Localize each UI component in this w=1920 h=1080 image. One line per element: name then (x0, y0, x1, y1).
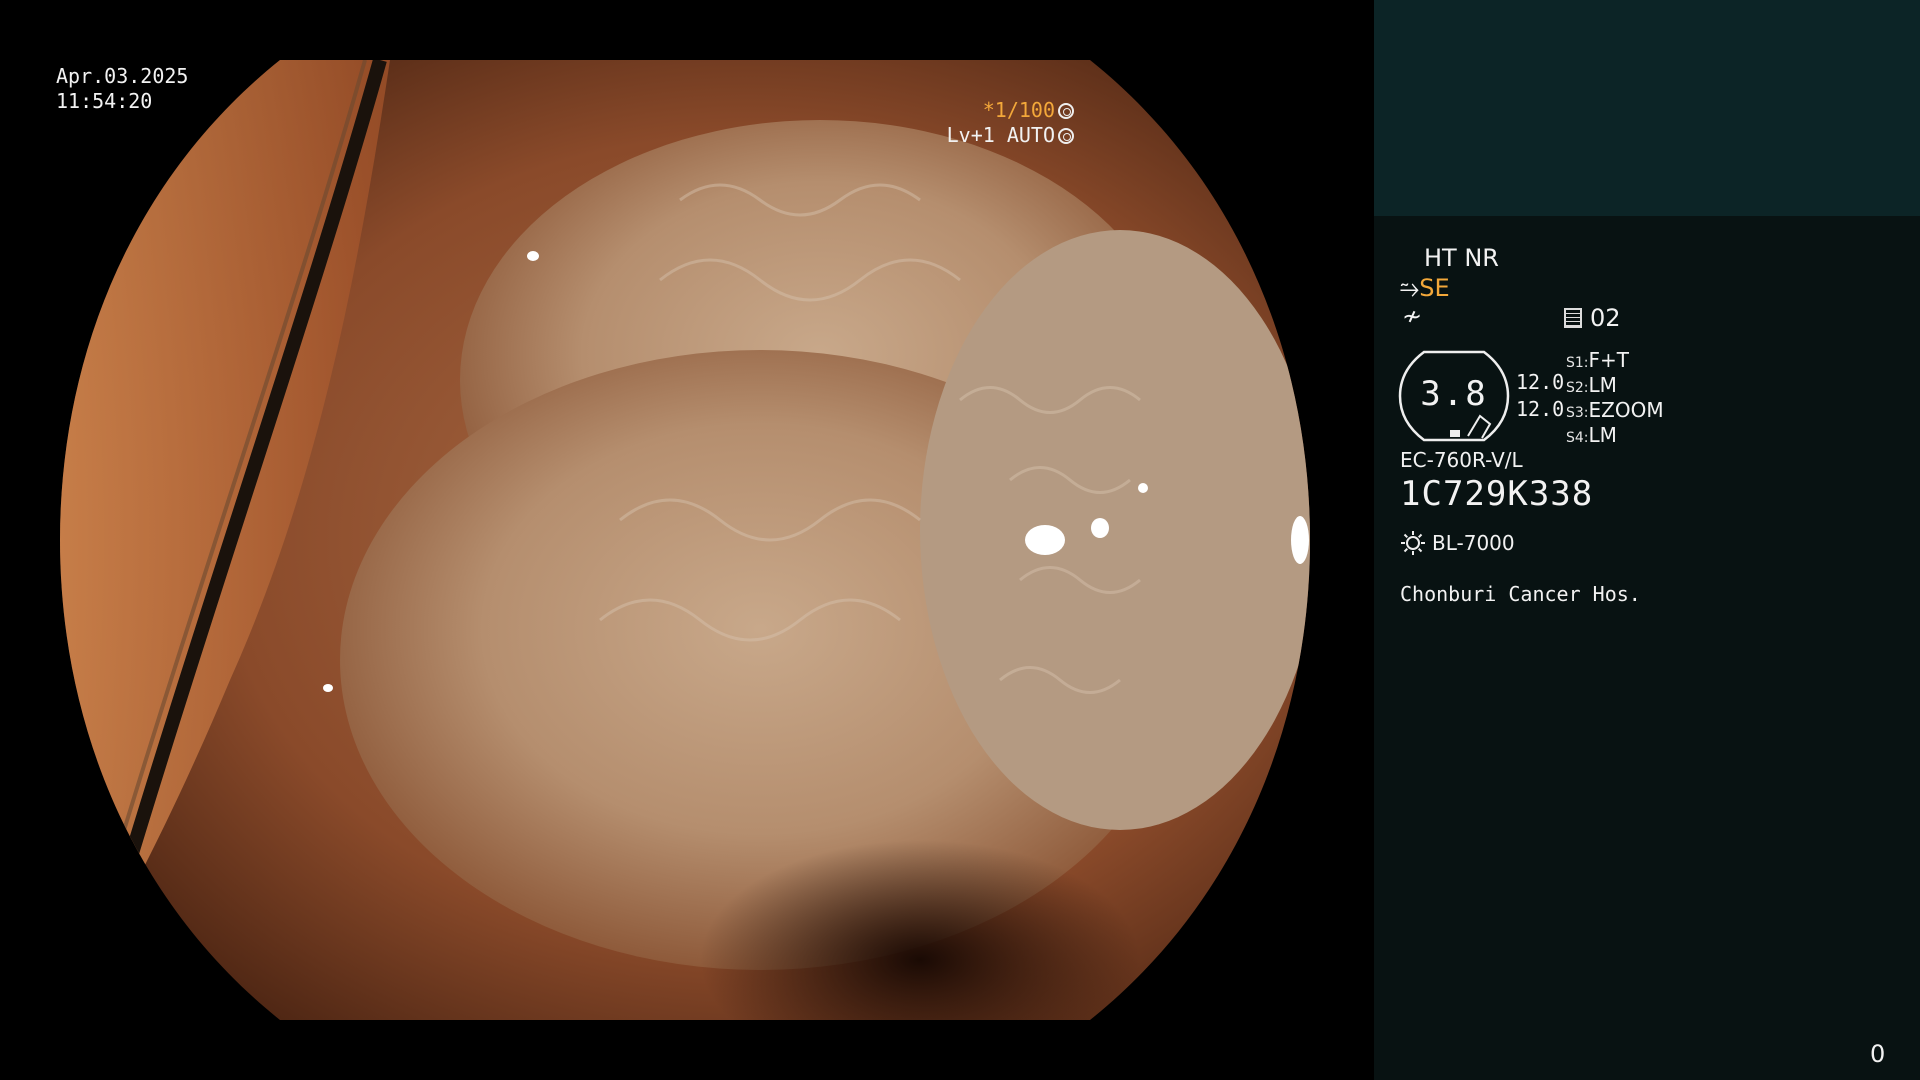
processing-modes: HT NR (1424, 244, 1499, 272)
switch-1: S1:F+T (1566, 348, 1629, 372)
record-row: 02 (1564, 304, 1621, 332)
auto-iris-icon (1058, 128, 1074, 144)
exposure-info: *1/100 Lv+1 AUTO (947, 98, 1074, 148)
param-b: 12.0 (1516, 397, 1565, 421)
switch-2-key: S2: (1566, 380, 1589, 396)
light-source-row: BL-7000 (1400, 530, 1515, 556)
switch-4-value: LM (1588, 423, 1617, 447)
switch-4: S4:LM (1566, 423, 1617, 447)
structure-mode: SE (1419, 274, 1450, 302)
level-label: Lv+1 AUTO (946, 123, 1055, 147)
shutter-speed: 1/100 (994, 98, 1055, 122)
shutter-row: *1/100 (947, 98, 1074, 123)
switch-1-value: F+T (1588, 348, 1629, 372)
param-a: 12.0 (1516, 370, 1565, 394)
switch-2-value: LM (1588, 373, 1617, 397)
hospital-name: Chonburi Cancer Hos. (1400, 582, 1641, 606)
frame-counter: 0 (1870, 1040, 1886, 1068)
serial-number: 1C729K338 (1400, 474, 1594, 514)
date-label: Apr.03.2025 (56, 64, 189, 88)
endoscopic-image (60, 60, 1310, 1020)
zoom-value: 3.8 (1420, 374, 1488, 414)
switch-3-key: S3: (1566, 405, 1589, 421)
structure-enhance-icon: ⥲ (1400, 274, 1420, 302)
switch-4-key: S4: (1566, 430, 1589, 446)
zoom-badge: 3.8 (1398, 350, 1510, 442)
info-panel: HT NR ⥲SE ≁ 02 3.8 12.0 12.0 S1:F+T S2:L… (1374, 0, 1920, 1080)
scope-model: EC-760R-V/L (1400, 448, 1523, 472)
switch-3-value: EZOOM (1588, 398, 1664, 422)
record-icon (1564, 308, 1582, 328)
time-label: 11:54:20 (56, 89, 153, 113)
structure-mode-row: ⥲SE (1400, 274, 1450, 302)
level-row: Lv+1 AUTO (947, 123, 1074, 148)
light-source: BL-7000 (1432, 531, 1515, 555)
light-source-icon (1401, 531, 1425, 555)
shutter-icon (1058, 103, 1074, 119)
switch-3: S3:EZOOM (1566, 398, 1664, 422)
shutter-prefix: * (982, 98, 995, 122)
panel-header-area (1374, 0, 1920, 216)
switch-1-key: S1: (1566, 355, 1589, 371)
endoscopy-screen: Apr.03.2025 11:54:20 *1/100 Lv+1 AUTO HT… (0, 0, 1920, 1080)
curve-icon: ≁ (1402, 302, 1423, 330)
record-number: 02 (1590, 304, 1621, 332)
switch-2: S2:LM (1566, 373, 1617, 397)
datetime: Apr.03.2025 11:54:20 (56, 64, 188, 114)
endoscopic-image-render (60, 60, 1310, 1020)
